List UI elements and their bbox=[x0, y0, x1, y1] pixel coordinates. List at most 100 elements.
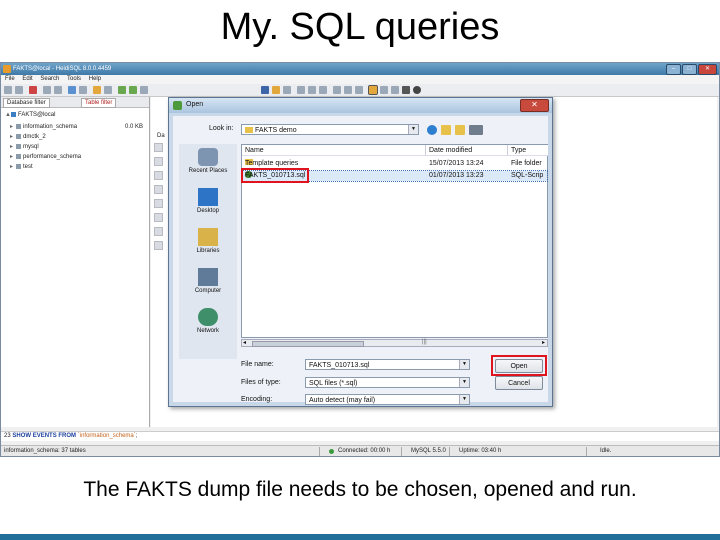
menu-tools[interactable]: Tools bbox=[67, 76, 81, 82]
status-server-version: MySQL 5.5.0 bbox=[411, 448, 446, 454]
chevron-down-icon[interactable]: ▼ bbox=[459, 360, 469, 369]
file-list-horizontal-scrollbar[interactable]: ◂ ||| ▸ bbox=[241, 339, 548, 347]
database-icon bbox=[16, 124, 21, 129]
tree-item-server[interactable]: ▲ FAKTS@local bbox=[5, 112, 55, 119]
column-type[interactable]: Type bbox=[508, 145, 548, 156]
app-titlebar: FAKTS@local - HeidiSQL 8.0.0.4459 – □ ✕ bbox=[1, 63, 719, 75]
open-file-dialog: Open ✕ Look in: FAKTS demo ▼ Recent Plac… bbox=[168, 97, 553, 407]
open-file-icon[interactable] bbox=[368, 85, 378, 95]
encoding-select[interactable]: Auto detect (may fail) ▼ bbox=[305, 394, 470, 405]
minimize-icon[interactable]: – bbox=[666, 64, 681, 75]
run-icon[interactable] bbox=[118, 86, 126, 94]
scroll-right-icon[interactable]: ▸ bbox=[542, 339, 545, 346]
database-icon bbox=[16, 164, 21, 169]
maintenance-icon[interactable] bbox=[79, 86, 87, 94]
prev-result-icon[interactable] bbox=[297, 86, 305, 94]
user-manager-icon[interactable] bbox=[68, 86, 76, 94]
exit-icon[interactable] bbox=[29, 86, 37, 94]
tree-item-information-schema[interactable]: ▸ information_schema bbox=[10, 124, 77, 131]
stop-icon[interactable] bbox=[402, 86, 410, 94]
rollback-icon[interactable] bbox=[355, 86, 363, 94]
load-sql-icon[interactable] bbox=[272, 86, 280, 94]
files-of-type-value: SQL files (*.sql) bbox=[309, 380, 358, 387]
chevron-down-icon[interactable]: ▼ bbox=[408, 125, 418, 134]
chevron-down-icon[interactable]: ▼ bbox=[459, 378, 469, 387]
run-query-icon[interactable] bbox=[261, 86, 269, 94]
tab-table-filter[interactable]: Table filter bbox=[81, 98, 117, 108]
filter-tabs: Database filter Table filter bbox=[1, 97, 149, 108]
column-name[interactable]: Name bbox=[242, 145, 426, 156]
menu-edit[interactable]: Edit bbox=[22, 76, 32, 82]
place-label: Libraries bbox=[196, 248, 220, 254]
look-in-value: FAKTS demo bbox=[255, 127, 297, 134]
network-icon bbox=[198, 308, 218, 326]
place-label: Recent Places bbox=[188, 168, 228, 174]
place-libraries[interactable]: Libraries bbox=[179, 228, 237, 254]
find-icon[interactable] bbox=[391, 86, 399, 94]
help-icon[interactable] bbox=[413, 86, 421, 94]
column-date-modified[interactable]: Date modified bbox=[426, 145, 508, 156]
next-result-icon[interactable] bbox=[308, 86, 316, 94]
commit-icon[interactable] bbox=[344, 86, 352, 94]
look-in-select[interactable]: FAKTS demo ▼ bbox=[241, 124, 419, 135]
back-icon[interactable] bbox=[427, 125, 437, 135]
scroll-left-icon[interactable]: ◂ bbox=[243, 339, 246, 346]
database-icon bbox=[16, 134, 21, 139]
status-bar: information_schema: 37 tables Connected:… bbox=[1, 445, 719, 456]
tree-item-label: dmctk_2 bbox=[23, 134, 46, 141]
view-menu-icon[interactable] bbox=[469, 125, 483, 135]
menu-help[interactable]: Help bbox=[89, 76, 101, 82]
tree-item-performance-schema[interactable]: ▸ performance_schema bbox=[10, 154, 81, 161]
chevron-down-icon[interactable]: ▼ bbox=[459, 395, 469, 404]
editor-tab-label: Da bbox=[157, 133, 165, 139]
database-icon bbox=[16, 154, 21, 159]
gutter-marker bbox=[154, 227, 163, 236]
copy-icon[interactable] bbox=[43, 86, 51, 94]
filter-icon[interactable] bbox=[333, 86, 341, 94]
menu-search[interactable]: Search bbox=[40, 76, 59, 82]
place-network[interactable]: Network bbox=[179, 308, 237, 334]
db-size: 0.0 KB bbox=[125, 124, 144, 130]
save-icon[interactable] bbox=[380, 86, 388, 94]
place-desktop[interactable]: Desktop bbox=[179, 188, 237, 214]
dialog-close-button[interactable]: ✕ bbox=[520, 99, 549, 112]
file-name-label: File name: bbox=[241, 361, 274, 368]
tree-item-dmctk-2[interactable]: ▸ dmctk_2 bbox=[10, 134, 46, 141]
close-window-icon[interactable]: ✕ bbox=[698, 64, 717, 75]
run-selection-icon[interactable] bbox=[129, 86, 137, 94]
disconnect-icon[interactable] bbox=[15, 86, 23, 94]
menu-file[interactable]: File bbox=[5, 76, 15, 82]
gutter-marker bbox=[154, 157, 163, 166]
menu-bar: File Edit Search Tools Help bbox=[1, 75, 719, 84]
file-type: File folder bbox=[511, 160, 542, 167]
server-icon bbox=[11, 112, 16, 117]
file-name-input[interactable]: FAKTS_010713.sql ▼ bbox=[305, 359, 470, 370]
export-icon[interactable] bbox=[93, 86, 101, 94]
tab-database-filter[interactable]: Database filter bbox=[3, 98, 50, 108]
sql-log-line: 23 SHOW EVENTS FROM `information_schema`… bbox=[1, 431, 719, 441]
save-sql-icon[interactable] bbox=[283, 86, 291, 94]
status-divider bbox=[319, 447, 320, 456]
recent-places-icon bbox=[198, 148, 218, 166]
scroll-grip-icon: ||| bbox=[422, 339, 427, 345]
files-of-type-select[interactable]: SQL files (*.sql) ▼ bbox=[305, 377, 470, 388]
explain-icon[interactable] bbox=[140, 86, 148, 94]
session-manager-icon[interactable] bbox=[4, 86, 12, 94]
up-folder-icon[interactable] bbox=[441, 125, 451, 135]
new-folder-icon[interactable] bbox=[455, 125, 465, 135]
tree-item-test[interactable]: ▸ test bbox=[10, 164, 33, 171]
maximize-icon[interactable]: □ bbox=[682, 64, 697, 75]
place-recent[interactable]: Recent Places bbox=[179, 148, 237, 174]
place-computer[interactable]: Computer bbox=[179, 268, 237, 294]
files-of-type-label: Files of type: bbox=[241, 379, 281, 386]
cancel-button[interactable]: Cancel bbox=[495, 376, 543, 390]
paste-icon[interactable] bbox=[54, 86, 62, 94]
tree-item-mysql[interactable]: ▸ mysql bbox=[10, 144, 39, 151]
gutter-marker bbox=[154, 185, 163, 194]
gutter-marker bbox=[154, 241, 163, 250]
gutter-marker bbox=[154, 199, 163, 208]
dialog-title: Open bbox=[186, 101, 204, 108]
first-result-icon[interactable] bbox=[319, 86, 327, 94]
scroll-thumb[interactable] bbox=[252, 341, 364, 347]
refresh-icon[interactable] bbox=[104, 86, 112, 94]
